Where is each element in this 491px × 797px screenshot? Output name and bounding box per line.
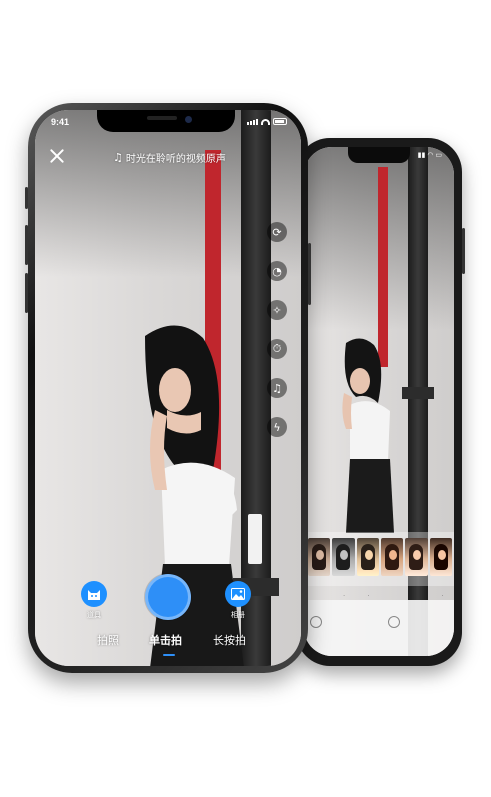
lock-icon[interactable] bbox=[310, 616, 322, 628]
mode-tap-record[interactable]: 单击拍 bbox=[149, 632, 182, 648]
mode-selector: 拍照 单击拍 长按拍 bbox=[35, 632, 301, 648]
camera-screen: 9:41 ♫ 时光在聆听的视频原声 ⟳ ◔ ✧ ⏱ ♫ ϟ 道具 相册 拍照 单… bbox=[35, 110, 301, 666]
notch bbox=[97, 110, 235, 132]
volume-down-key bbox=[25, 273, 28, 313]
front-phone: 9:41 ♫ 时光在聆听的视频原声 ⟳ ◔ ✧ ⏱ ♫ ϟ 道具 相册 拍照 单… bbox=[25, 103, 311, 673]
filter-strip bbox=[304, 532, 454, 586]
back-phone-screen: ▮▮ ◠ ▭ . . . bbox=[304, 147, 454, 656]
power-key bbox=[308, 243, 311, 305]
mode-photo[interactable]: 拍照 bbox=[97, 632, 119, 648]
filter-label bbox=[407, 592, 430, 598]
music-icon[interactable]: ♫ bbox=[267, 378, 287, 398]
filter-label: . bbox=[442, 592, 444, 598]
back-phone: ▮▮ ◠ ▭ . . . bbox=[296, 138, 465, 666]
filter-thumb[interactable] bbox=[429, 538, 452, 576]
timer-icon[interactable]: ⏱ bbox=[267, 339, 287, 359]
status-time: 9:41 bbox=[51, 117, 70, 127]
capture-bar: 道具 相册 拍照 单击拍 长按拍 bbox=[35, 556, 301, 666]
filter-thumb[interactable] bbox=[405, 538, 428, 576]
close-button[interactable] bbox=[49, 148, 65, 164]
filter-label: . bbox=[367, 592, 370, 598]
speed-icon[interactable]: ◔ bbox=[267, 261, 287, 281]
filter-labels: . . . bbox=[304, 592, 454, 598]
beauty-wand-icon[interactable]: ✧ bbox=[267, 300, 287, 320]
battery-icon bbox=[273, 118, 287, 125]
cat-face-icon bbox=[81, 581, 107, 607]
signal-icon bbox=[247, 118, 258, 125]
side-toolbar: ⟳ ◔ ✧ ⏱ ♫ ϟ bbox=[267, 222, 287, 437]
flip-camera-icon[interactable]: ⟳ bbox=[267, 222, 287, 242]
music-selector[interactable]: ♫ 时光在聆听的视频原声 bbox=[113, 150, 226, 165]
filter-thumb[interactable] bbox=[356, 538, 379, 576]
filter-thumb[interactable] bbox=[380, 538, 404, 576]
music-title: 时光在聆听的视频原声 bbox=[125, 154, 226, 165]
mode-indicator bbox=[163, 654, 175, 656]
flash-icon[interactable]: ϟ bbox=[267, 417, 287, 437]
image-icon bbox=[225, 581, 251, 607]
props-button[interactable]: 道具 bbox=[81, 581, 107, 620]
volume-up-key bbox=[25, 225, 28, 265]
filter-thumb[interactable] bbox=[308, 538, 331, 576]
wifi-icon bbox=[261, 118, 270, 125]
filter-label bbox=[308, 592, 331, 598]
person-photo bbox=[342, 338, 394, 533]
album-label: 相册 bbox=[231, 612, 245, 619]
back-status-icons: ▮▮ ◠ ▭ bbox=[417, 152, 442, 159]
power-key bbox=[462, 228, 465, 274]
timer-icon[interactable] bbox=[388, 616, 400, 628]
mute-switch bbox=[25, 187, 28, 209]
shutter-button[interactable] bbox=[145, 574, 191, 620]
music-note-icon: ♫ bbox=[113, 151, 123, 164]
mode-hold-record[interactable]: 长按拍 bbox=[213, 632, 246, 648]
filter-thumb[interactable] bbox=[332, 538, 355, 576]
filter-label bbox=[382, 592, 405, 598]
filter-label: . bbox=[343, 592, 345, 598]
back-bottom-panel bbox=[304, 600, 454, 656]
album-button[interactable]: 相册 bbox=[225, 581, 251, 620]
props-label: 道具 bbox=[87, 612, 101, 619]
status-icons bbox=[247, 118, 287, 125]
